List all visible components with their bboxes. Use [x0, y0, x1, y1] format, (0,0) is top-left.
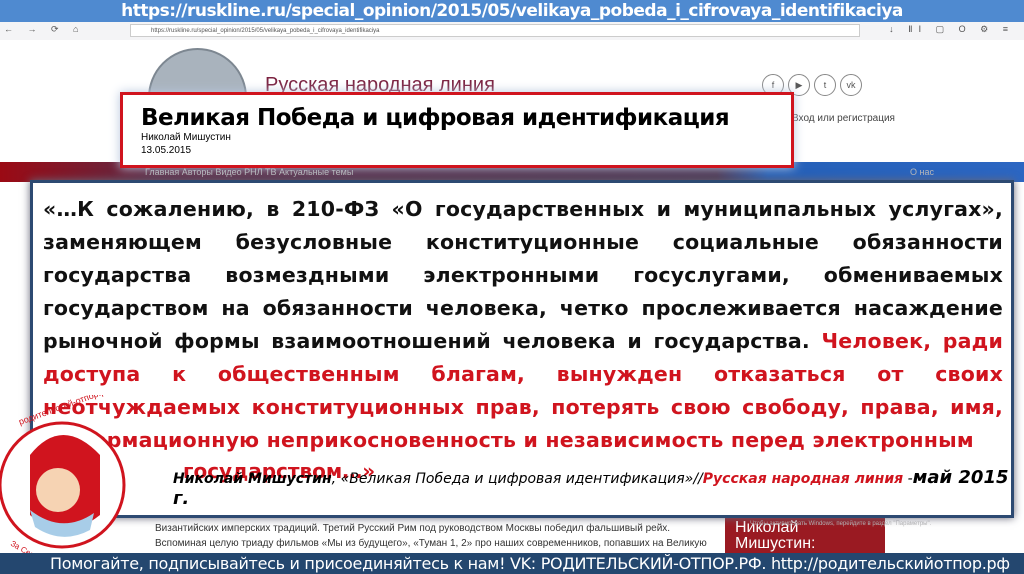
vk-icon[interactable]: vk	[840, 74, 862, 96]
login-link[interactable]: Вход или регистрация	[792, 113, 895, 124]
article-title: Великая Победа и цифровая идентификация	[141, 105, 730, 131]
article-date: 13.05.2015	[141, 145, 192, 156]
navigation-icons[interactable]: ← → ⟳ ⌂	[4, 24, 84, 35]
footer-banner[interactable]: Помогайте, подписывайтесь и присоединяйт…	[0, 553, 1024, 574]
toolbar-icons[interactable]: ↓ ⅡⅠ ▢ O ⚙ ≡	[889, 24, 1014, 35]
parents-resistance-logo: родительский-отпор.рф За Семью! За Родин…	[0, 395, 126, 565]
activate-windows-notice: Чтобы активировать Windows, перейдите в …	[750, 521, 932, 527]
nav-items[interactable]: Главная Авторы Видео РНЛ ТВ Актуальные т…	[145, 167, 353, 177]
article-title-box: Великая Победа и цифровая идентификация …	[120, 92, 794, 168]
cite-author: Николай Мишустин	[173, 471, 332, 487]
article-author: Николай Мишустин	[141, 132, 231, 143]
quote-citation: Николай Мишустин, «Великая Победа и цифр…	[173, 467, 1011, 509]
url-banner: https://ruskline.ru/special_opinion/2015…	[0, 0, 1024, 22]
address-bar[interactable]: https://ruskline.ru/special_opinion/2015…	[130, 24, 860, 37]
cite-title: , «Великая Победа и цифровая идентификац…	[331, 471, 703, 487]
twitter-icon[interactable]: t	[814, 74, 836, 96]
nav-about[interactable]: О нас	[910, 162, 934, 182]
browser-toolbar: ← → ⟳ ⌂ https://ruskline.ru/special_opin…	[0, 22, 1024, 41]
cite-dash: -	[903, 471, 913, 487]
quote-box: «…К сожалению, в 210-ФЗ «О государственн…	[30, 180, 1014, 518]
cite-source: Русская народная линия	[702, 471, 904, 487]
